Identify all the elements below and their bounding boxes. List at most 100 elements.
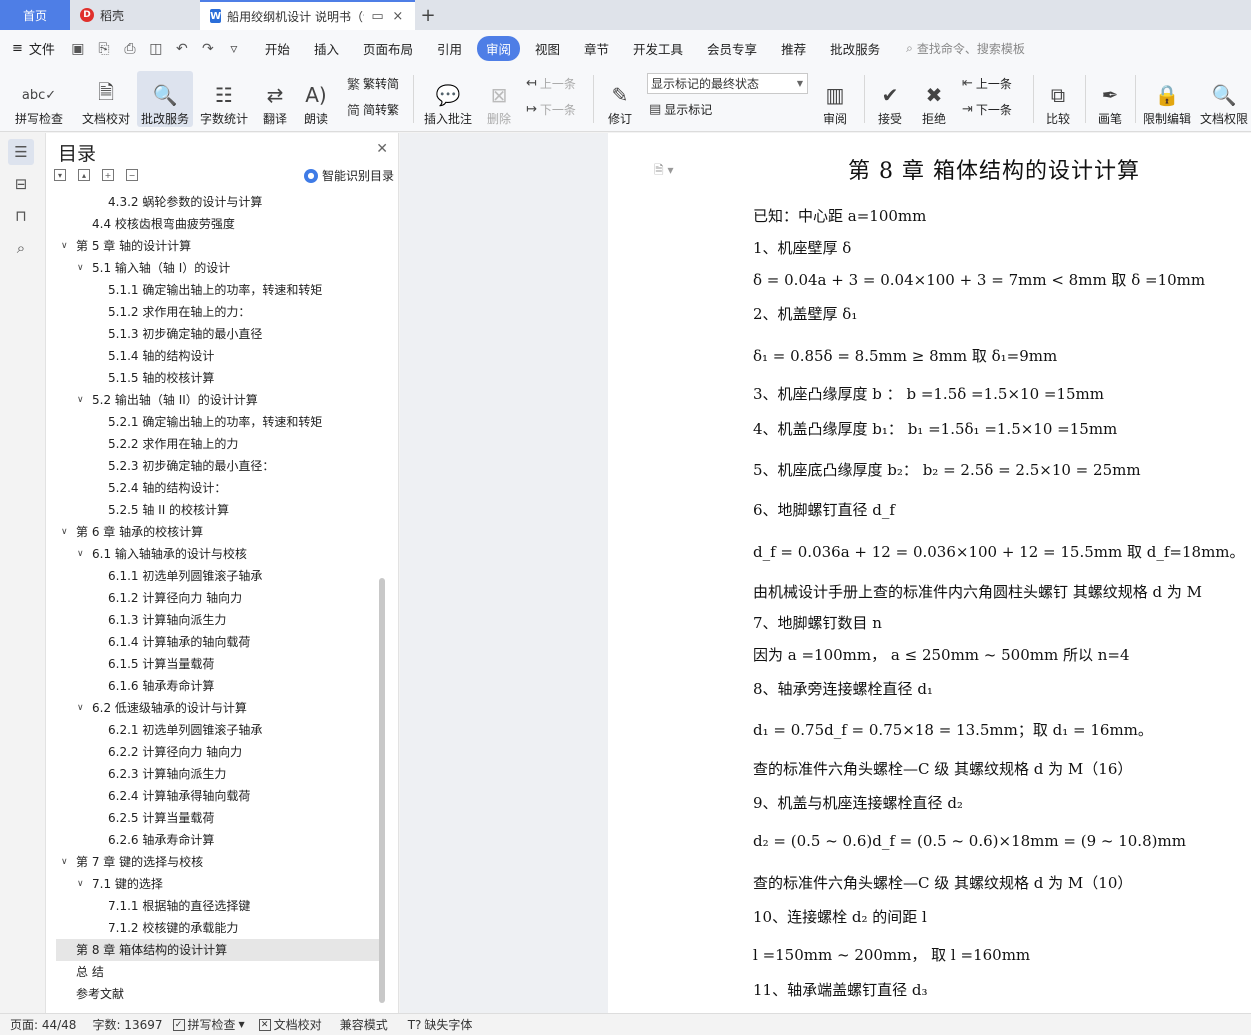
toc-item[interactable]: 6.2.5 计算当量载荷 [56, 807, 381, 829]
command-search[interactable]: ⌕ 查找命令、搜索模板 [906, 40, 1025, 57]
chevron-down-icon[interactable]: ∨ [61, 235, 68, 257]
next-change-button[interactable]: ⇥ 下一条 [962, 98, 1012, 120]
menu-references[interactable]: 引用 [428, 36, 471, 61]
save-icon[interactable]: ▣ [69, 41, 87, 57]
new-tab-button[interactable]: + [415, 0, 441, 30]
close-icon[interactable]: ✕ [376, 141, 388, 157]
toc-item[interactable]: 5.2.5 轴 II 的校核计算 [56, 499, 381, 521]
paragraph-menu-icon[interactable]: 🗎 ▾ [654, 161, 674, 182]
redo-icon[interactable]: ↷ [199, 41, 217, 57]
toc-item[interactable]: 7.1.2 校核键的承载能力 [56, 917, 381, 939]
undo-icon[interactable]: ↶ [173, 41, 191, 57]
toc-item[interactable]: 5.1.4 轴的结构设计 [56, 345, 381, 367]
missing-font-status[interactable]: T? 缺失字体 [408, 1016, 473, 1033]
file-menu[interactable]: ≡ 文件 [12, 39, 55, 58]
close-tab-icon[interactable]: × [391, 9, 405, 24]
menu-layout[interactable]: 页面布局 [354, 36, 422, 61]
toc-item[interactable]: ∨ 第 7 章 键的选择与校核 [56, 851, 381, 873]
toc-item[interactable]: 4.3.2 蜗轮参数的设计与计算 [56, 191, 381, 213]
toc-item[interactable]: 5.1.5 轴的校核计算 [56, 367, 381, 389]
word-count-indicator[interactable]: 字数: 13697 [92, 1016, 162, 1033]
toc-item[interactable]: 6.1.6 轴承寿命计算 [56, 675, 381, 697]
toc-item[interactable]: 5.2.4 轴的结构设计： [56, 477, 381, 499]
toc-item[interactable]: 参考文献 [56, 983, 381, 1005]
prev-comment-button[interactable]: ↤ 上一条 [526, 72, 576, 94]
toc-item[interactable]: ∨ 第 6 章 轴承的校核计算 [56, 521, 381, 543]
customize-icon[interactable]: ▿ [225, 41, 243, 57]
compare-button[interactable]: ⧉ 比较 [1038, 71, 1078, 127]
insert-comment-button[interactable]: 💬 插入批注 [421, 71, 475, 127]
next-comment-button[interactable]: ↦ 下一条 [526, 98, 576, 120]
toc-item[interactable]: ∨ 5.1 输入轴（轴 I）的设计 [56, 257, 381, 279]
word-count-button[interactable]: ☷ 字数统计 [197, 71, 251, 127]
toc-item[interactable]: 5.1.2 求作用在轴上的力： [56, 301, 381, 323]
toc-item[interactable]: ∨ 第 5 章 轴的设计计算 [56, 235, 381, 257]
menu-member[interactable]: 会员专享 [698, 36, 766, 61]
restrict-edit-button[interactable]: 🔒 限制编辑 [1140, 71, 1194, 127]
document-page[interactable]: 🗎 ▾ 第 8 章 箱体结构的设计计算 已知：中心距 a=100mm 1、机座壁厚… [608, 133, 1251, 1013]
chevron-down-icon[interactable]: ∨ [77, 389, 84, 411]
smart-toc-button[interactable]: ● 智能识别目录 [303, 167, 394, 184]
toc-item[interactable]: 6.1.5 计算当量载荷 [56, 653, 381, 675]
translate-button[interactable]: ⇄ 翻译 [255, 71, 295, 127]
toc-item[interactable]: 6.2.1 初选单列圆锥滚子轴承 [56, 719, 381, 741]
tab-document[interactable]: W 船用绞纲机设计 说明书（论文） ▭ × [200, 0, 415, 30]
menu-developer[interactable]: 开发工具 [624, 36, 692, 61]
export-icon[interactable]: ⎘ [95, 41, 113, 57]
toc-item[interactable]: 5.2.1 确定输出轴上的功率，转速和转矩 [56, 411, 381, 433]
toc-item[interactable]: 5.2.2 求作用在轴上的力 [56, 433, 381, 455]
chevron-down-icon[interactable]: ∨ [61, 851, 68, 873]
toc-item[interactable]: ∨ 6.1 输入轴轴承的设计与校核 [56, 543, 381, 565]
add-level-icon[interactable]: + [102, 169, 114, 181]
menu-section[interactable]: 章节 [575, 36, 618, 61]
read-aloud-button[interactable]: A) 朗读 [298, 71, 334, 127]
delete-comment-button[interactable]: ⊠ 删除 [480, 71, 518, 127]
toc-item[interactable]: 总 结 [56, 961, 381, 983]
chevron-down-icon[interactable]: ∨ [77, 257, 84, 279]
chevron-down-icon[interactable]: ∨ [61, 521, 68, 543]
to-simplified-button[interactable]: 繁 繁转简 [347, 72, 399, 94]
monitor-icon[interactable]: ▭ [370, 9, 384, 24]
toc-item[interactable]: 6.1.4 计算轴承的轴向载荷 [56, 631, 381, 653]
toc-item[interactable]: 5.1.3 初步确定轴的最小直径 [56, 323, 381, 345]
to-traditional-button[interactable]: 简 简转繁 [347, 98, 399, 120]
menu-correction[interactable]: 批改服务 [821, 36, 889, 61]
toc-item[interactable]: ∨ 5.2 输出轴（轴 II）的设计计算 [56, 389, 381, 411]
toc-item[interactable]: ∨ 6.2 低速级轴承的设计与计算 [56, 697, 381, 719]
toc-panel-icon[interactable]: ☰ [8, 139, 34, 165]
remove-level-icon[interactable]: − [126, 169, 138, 181]
preview-icon[interactable]: ◫ [147, 41, 165, 57]
tab-home[interactable]: 首页 [0, 0, 70, 30]
chevron-down-icon[interactable]: ∨ [77, 697, 84, 719]
menu-recommend[interactable]: 推荐 [772, 36, 815, 61]
chevron-down-icon[interactable]: ∨ [77, 873, 84, 895]
toc-item[interactable]: ∨ 7.1 键的选择 [56, 873, 381, 895]
menu-view[interactable]: 视图 [526, 36, 569, 61]
doc-check-status[interactable]: ✕ 文档校对 [258, 1016, 322, 1033]
review-service-button[interactable]: 🔍 批改服务 [137, 71, 193, 127]
collapse-all-icon[interactable]: ▾ [54, 169, 66, 181]
search-icon[interactable]: ⌕ [8, 235, 34, 261]
markup-mode-select[interactable]: 显示标记的最终状态 ▼ [647, 73, 808, 94]
page-indicator[interactable]: 页面: 44/48 [10, 1016, 76, 1033]
pen-button[interactable]: ✒ 画笔 [1092, 71, 1128, 127]
expand-all-icon[interactable]: ▴ [78, 169, 90, 181]
spellcheck-status[interactable]: ✓ 拼写检查 ▼ [172, 1016, 245, 1033]
toc-item[interactable]: 4.4 校核齿根弯曲疲劳强度 [56, 213, 381, 235]
toc-item[interactable]: 5.1.1 确定输出轴上的功率，转速和转矩 [56, 279, 381, 301]
prev-change-button[interactable]: ⇤ 上一条 [962, 72, 1012, 94]
toc-item[interactable]: 7.1.1 根据轴的直径选择键 [56, 895, 381, 917]
review-pane-button[interactable]: ▥ 审阅 [815, 71, 855, 127]
spellcheck-button[interactable]: abc✓ 拼写检查 [10, 71, 68, 127]
toc-item[interactable]: 6.2.4 计算轴承得轴向载荷 [56, 785, 381, 807]
track-changes-button[interactable]: ✎ 修订 [600, 71, 640, 127]
chevron-down-icon[interactable]: ∨ [77, 543, 84, 565]
print-icon[interactable]: ⎙ [121, 41, 139, 57]
menu-home[interactable]: 开始 [256, 36, 299, 61]
show-markup-button[interactable]: ▤ 显示标记 [649, 98, 712, 120]
toc-item[interactable]: 6.2.2 计算径向力 轴向力 [56, 741, 381, 763]
toc-item[interactable]: 6.2.6 轴承寿命计算 [56, 829, 381, 851]
accept-button[interactable]: ✔ 接受 [870, 71, 910, 127]
toc-item[interactable]: 5.2.3 初步确定轴的最小直径： [56, 455, 381, 477]
toc-item[interactable]: 第 8 章 箱体结构的设计计算 [56, 939, 381, 961]
